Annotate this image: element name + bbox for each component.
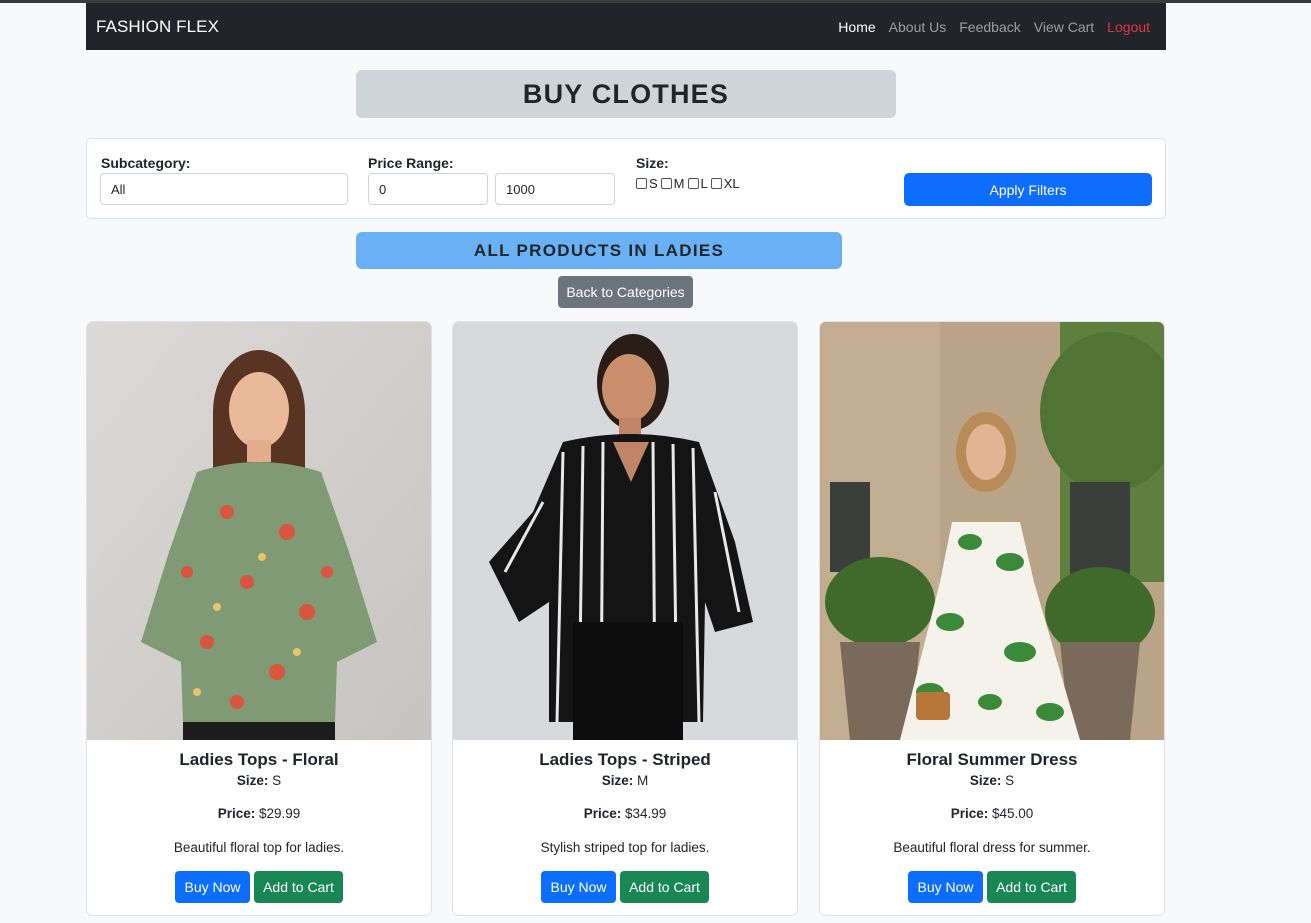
nav-home[interactable]: Home: [838, 19, 875, 35]
price-field-label: Price:: [217, 806, 256, 821]
size-xl-checkbox[interactable]: [710, 178, 722, 189]
filter-panel: Subcategory: All Price Range: 0 1000 Siz…: [86, 138, 1166, 219]
price-field-label: Price:: [950, 806, 989, 821]
product-name: Ladies Tops - Striped: [539, 750, 711, 769]
nav-view-cart[interactable]: View Cart: [1034, 19, 1094, 35]
product-description: Beautiful floral dress for summer.: [893, 840, 1091, 855]
card-actions: Buy Now Add to Cart: [820, 871, 1164, 903]
price-min-input[interactable]: 0: [368, 173, 488, 205]
size-xl-label: XL: [723, 176, 740, 191]
size-value: M: [637, 773, 649, 788]
page-title: BUY CLOTHES: [356, 70, 896, 118]
price-value: $34.99: [625, 806, 667, 821]
nav-links: Home About Us Feedback View Cart Logout: [838, 19, 1150, 35]
card-actions: Buy Now Add to Cart: [87, 871, 431, 903]
size-l-label: L: [700, 176, 708, 191]
scrollbar[interactable]: [1301, 3, 1311, 923]
card-actions: Buy Now Add to Cart: [453, 871, 797, 903]
product-size: Size: S: [87, 773, 431, 788]
product-size: Size: S: [820, 773, 1164, 788]
product-name: Ladies Tops - Floral: [179, 750, 339, 769]
price-min-value: 0: [379, 181, 387, 197]
size-field-label: Size:: [969, 773, 1002, 788]
products-heading: ALL PRODUCTS IN LADIES: [356, 232, 842, 269]
nav-feedback[interactable]: Feedback: [959, 19, 1020, 35]
apply-filters-button[interactable]: Apply Filters: [904, 173, 1152, 206]
brand-logo[interactable]: FASHION FLEX: [96, 17, 219, 37]
size-l-checkbox[interactable]: [687, 178, 699, 189]
product-image-striped-top[interactable]: [453, 322, 797, 740]
size-checkboxes: S M L XL: [636, 176, 743, 191]
product-card: Ladies Tops - Floral Size: S Price: $29.…: [86, 321, 432, 916]
product-price: Price: $29.99: [87, 806, 431, 821]
size-label: Size:: [636, 155, 669, 171]
product-image-floral-top[interactable]: [87, 322, 431, 740]
size-m-checkbox[interactable]: [660, 178, 672, 189]
price-value: $29.99: [259, 806, 301, 821]
add-to-cart-button[interactable]: Add to Cart: [987, 871, 1076, 903]
price-range-label: Price Range:: [368, 155, 454, 171]
size-value: S: [272, 773, 282, 788]
size-field-label: Size:: [601, 773, 634, 788]
buy-now-button[interactable]: Buy Now: [541, 871, 616, 903]
size-s-checkbox[interactable]: [636, 178, 647, 189]
size-field-label: Size:: [236, 773, 269, 788]
add-to-cart-button[interactable]: Add to Cart: [620, 871, 709, 903]
product-description: Beautiful floral top for ladies.: [173, 840, 345, 855]
product-image-floral-dress[interactable]: [820, 322, 1164, 740]
size-value: S: [1005, 773, 1015, 788]
product-price: Price: $45.00: [820, 806, 1164, 821]
price-max-input[interactable]: 1000: [495, 173, 615, 205]
price-max-value: 1000: [506, 181, 535, 197]
product-card: Floral Summer Dress Size: S Price: $45.0…: [819, 321, 1165, 916]
nav-logout[interactable]: Logout: [1107, 19, 1150, 35]
subcategory-select[interactable]: All: [100, 173, 348, 205]
add-to-cart-button[interactable]: Add to Cart: [254, 871, 343, 903]
product-price: Price: $34.99: [453, 806, 797, 821]
product-size: Size: M: [453, 773, 797, 788]
size-s-label: S: [649, 176, 658, 191]
buy-now-button[interactable]: Buy Now: [175, 871, 250, 903]
product-card: Ladies Tops - Striped Size: M Price: $34…: [452, 321, 798, 916]
subcategory-label: Subcategory:: [101, 155, 191, 171]
subcategory-value: All: [111, 181, 126, 197]
back-to-categories-button[interactable]: Back to Categories: [558, 276, 693, 308]
buy-now-button[interactable]: Buy Now: [908, 871, 983, 903]
product-name: Floral Summer Dress: [906, 750, 1078, 769]
navbar: FASHION FLEX Home About Us Feedback View…: [86, 3, 1166, 50]
product-description: Stylish striped top for ladies.: [540, 840, 710, 855]
size-m-label: M: [673, 176, 685, 191]
price-value: $45.00: [992, 806, 1034, 821]
nav-about-us[interactable]: About Us: [889, 19, 947, 35]
price-field-label: Price:: [583, 806, 622, 821]
